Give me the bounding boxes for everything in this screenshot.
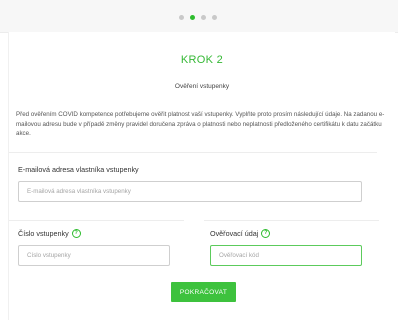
email-field[interactable] xyxy=(18,181,362,202)
question-circle-icon[interactable]: ? xyxy=(71,229,81,238)
ticket-number-label-text: Číslo vstupenky xyxy=(18,229,69,238)
ticket-number-label: Číslo vstupenky ? xyxy=(18,229,81,238)
ticket-number-field[interactable] xyxy=(18,245,170,266)
verification-label-text: Ověřovací údaj xyxy=(210,229,259,238)
divider xyxy=(204,220,379,221)
step-dot-4 xyxy=(212,15,217,20)
step-dot-2-active xyxy=(190,15,195,20)
step-dot-1 xyxy=(179,15,184,20)
intro-text: Před ověřením COVID kompetence potřebuje… xyxy=(16,111,385,137)
form-card: KROK 2 Ověření vstupenky Před ověřením C… xyxy=(8,32,395,320)
step-indicator xyxy=(179,15,217,20)
email-label-text: E-mailová adresa vlastníka vstupenky xyxy=(18,165,139,174)
step-subtitle: Ověření vstupenky xyxy=(174,83,230,90)
step-dot-3 xyxy=(201,15,206,20)
question-circle-icon[interactable]: ? xyxy=(261,229,271,238)
email-label: E-mailová adresa vlastníka vstupenky xyxy=(18,165,139,174)
divider xyxy=(9,220,184,221)
verification-code-field[interactable] xyxy=(210,245,362,266)
divider xyxy=(9,152,377,153)
page: KROK 2 Ověření vstupenky Před ověřením C… xyxy=(0,0,398,320)
step-title: KROK 2 xyxy=(180,54,224,66)
continue-button[interactable]: POKRAČOVAT xyxy=(171,282,236,302)
progress-bar xyxy=(0,0,398,33)
verification-label: Ověřovací údaj ? xyxy=(210,229,271,238)
